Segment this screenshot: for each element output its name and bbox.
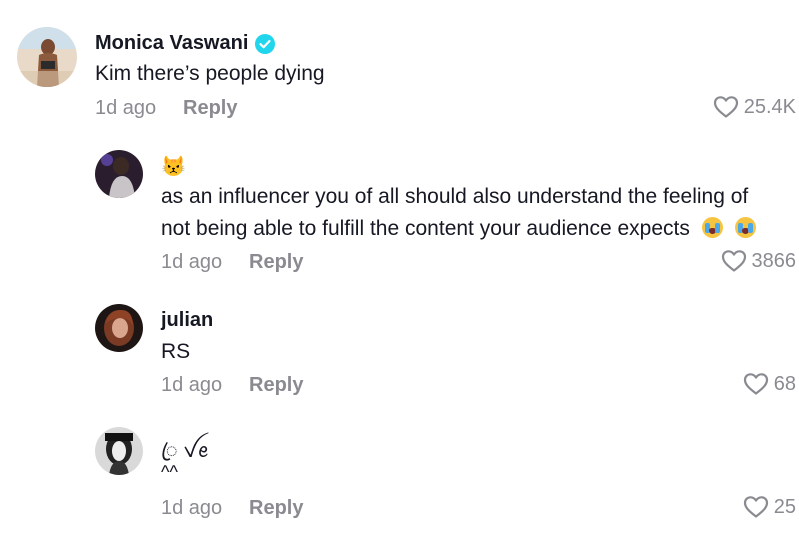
- username-text: julian: [161, 309, 214, 331]
- comment-item: ꦿ ꪜꫀ ^^ 1d ago Reply 25: [0, 418, 799, 542]
- comment-text: ^^: [161, 462, 178, 482]
- comment-text: RS: [161, 340, 191, 363]
- heart-icon: [743, 373, 768, 395]
- avatar[interactable]: [95, 427, 143, 475]
- crying-face-icon: [701, 217, 723, 238]
- reply-button[interactable]: Reply: [249, 497, 303, 520]
- heart-icon: [743, 496, 768, 518]
- like-count: 68: [773, 372, 796, 395]
- verified-badge-icon: [255, 33, 276, 54]
- timestamp: 1d ago: [161, 497, 223, 519]
- reply-button[interactable]: Reply: [249, 251, 303, 274]
- like-button[interactable]: 25: [743, 495, 796, 519]
- crying-face-icon: [734, 217, 756, 238]
- avatar[interactable]: [95, 150, 143, 198]
- username-text: Monica Vaswani: [95, 32, 249, 54]
- like-count: 25.4K: [743, 95, 796, 118]
- username-text: 😾: [161, 156, 186, 178]
- heart-icon: [713, 96, 738, 118]
- comment-text-line-2: not being able to fulfill the content yo…: [161, 213, 756, 245]
- like-button[interactable]: 25.4K: [713, 95, 796, 119]
- like-count: 25: [773, 495, 796, 518]
- reply-button[interactable]: Reply: [183, 97, 237, 120]
- reply-button[interactable]: Reply: [249, 374, 303, 397]
- timestamp: 1d ago: [161, 374, 223, 396]
- username[interactable]: 😾: [161, 154, 186, 179]
- username[interactable]: Monica Vaswani: [95, 32, 276, 55]
- like-button[interactable]: 68: [743, 372, 796, 396]
- comment-text-line-2-text: not being able to fulfill the content yo…: [161, 217, 690, 240]
- timestamp: 1d ago: [161, 251, 223, 273]
- comment-text-line-1: as an influencer you of all should also …: [161, 185, 749, 208]
- like-button[interactable]: 3866: [721, 249, 797, 273]
- avatar[interactable]: [17, 27, 77, 87]
- like-count: 3866: [751, 249, 797, 272]
- comment-text: Kim there’s people dying: [95, 62, 325, 85]
- comment-item: julian RS 1d ago Reply 68: [0, 295, 799, 405]
- username[interactable]: julian: [161, 309, 213, 332]
- timestamp: 1d ago: [95, 97, 157, 119]
- avatar[interactable]: [95, 304, 143, 352]
- comment-item: Monica Vaswani Kim there’s people dying …: [0, 0, 799, 130]
- comment-item: 😾 as an influencer you of all should als…: [0, 140, 799, 280]
- heart-icon: [721, 250, 746, 272]
